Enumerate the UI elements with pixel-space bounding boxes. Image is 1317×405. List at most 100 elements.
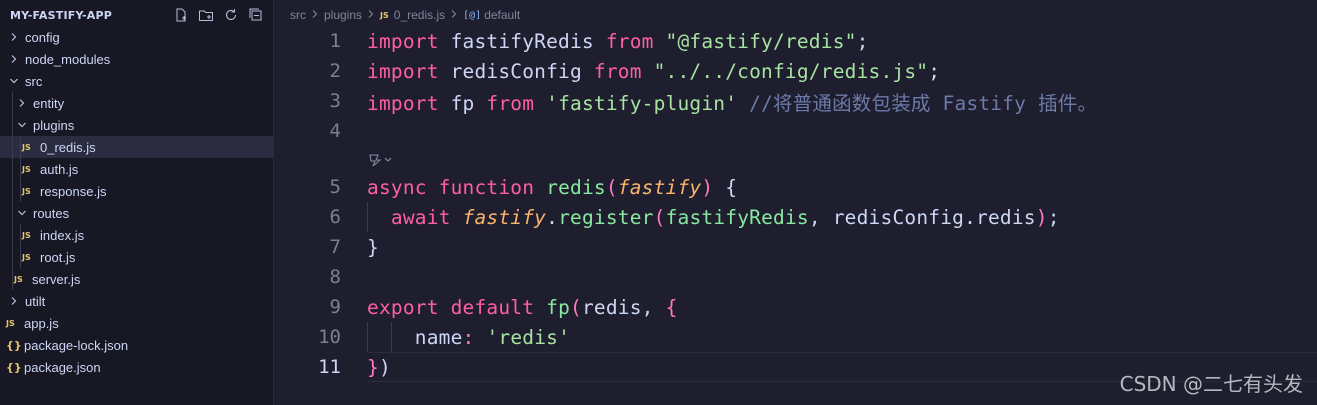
tree-folder[interactable]: config <box>0 26 273 48</box>
line-number: 7 <box>329 236 341 258</box>
tree-file[interactable]: JS index.js <box>0 224 273 246</box>
line-number: 4 <box>329 120 341 142</box>
tree-file[interactable]: JS response.js <box>0 180 273 202</box>
indent-guide <box>12 268 13 290</box>
explorer-title: MY-FASTIFY-APP <box>10 8 113 22</box>
code-text: import redisConfig from "../../config/re… <box>367 60 940 83</box>
code-line[interactable]: 4 <box>275 116 1317 146</box>
tree-file[interactable]: JS 0_redis.js <box>0 136 273 158</box>
line-number: 5 <box>329 176 341 198</box>
file-tree: config node_modulessrc entity plugins JS 0_re… <box>0 26 273 378</box>
code-token: fastify <box>462 205 547 229</box>
chevron-right-icon <box>8 295 20 307</box>
chevron-right-icon <box>8 31 20 43</box>
code-line[interactable]: 3 import fp from 'fastify-plugin' //将普通函数… <box>275 86 1317 116</box>
tree-item-label: node_modules <box>25 51 111 67</box>
editor-pane: src plugins JS 0_redis.js [@] default 1 import… <box>275 0 1317 405</box>
inline-suggestion-icon[interactable] <box>367 152 395 167</box>
js-file-icon: JS <box>22 252 31 262</box>
tree-folder[interactable]: routes <box>0 202 273 224</box>
code-text: } <box>367 236 379 259</box>
tree-item-label: index.js <box>40 227 85 243</box>
tree-item-label: plugins <box>33 117 75 133</box>
tree-file[interactable]: JS app.js <box>0 312 273 334</box>
tree-folder[interactable]: src <box>0 70 273 92</box>
code-token: name <box>367 325 463 349</box>
tree-file[interactable]: {} package-lock.json <box>0 334 273 356</box>
explorer-actions <box>170 4 267 26</box>
tree-folder[interactable]: plugins <box>0 114 273 136</box>
explorer-sidebar: MY-FASTIFY-APP config node_modulessrc enti… <box>0 0 274 405</box>
code-line[interactable]: 8 <box>275 262 1317 292</box>
tree-folder[interactable]: utilt <box>0 290 273 312</box>
code-line[interactable]: 7} <box>275 232 1317 262</box>
tree-folder[interactable]: entity <box>0 92 273 114</box>
code-line[interactable]: 2 import redisConfig from "../../config/r… <box>275 56 1317 86</box>
code-token: : <box>462 325 475 349</box>
code-token: { <box>713 175 738 199</box>
code-line[interactable]: 1 import fastifyRedis from "@fastify/redi… <box>275 26 1317 56</box>
js-file-icon: JS <box>380 10 389 20</box>
code-line[interactable]: 10 name: 'redis' <box>275 322 1317 352</box>
line-number: 3 <box>329 90 341 112</box>
tree-file[interactable]: JS server.js <box>0 268 273 290</box>
breadcrumb-item[interactable]: plugins <box>324 8 362 22</box>
code-token: from <box>593 59 642 83</box>
tree-folder[interactable]: node_modules <box>0 48 273 70</box>
code-area[interactable]: 1 import fastifyRedis from "@fastify/redi… <box>275 26 1317 382</box>
collapse-all-icon[interactable] <box>245 4 267 26</box>
watermark: CSDN @二七有头发 <box>1119 372 1303 396</box>
code-token: await <box>390 205 451 229</box>
refresh-icon[interactable] <box>220 4 242 26</box>
breadcrumb-item-file[interactable]: 0_redis.js <box>394 8 445 22</box>
tree-file[interactable]: JS root.js <box>0 246 273 268</box>
code-token: ( <box>653 205 666 229</box>
code-text: import fp from 'fastify-plugin' //将普通函数包… <box>367 87 1097 116</box>
indent-guide <box>20 246 21 268</box>
code-line[interactable]: 6 await fastify.register(fastifyRedis, r… <box>275 202 1317 232</box>
indent-guide <box>12 136 13 158</box>
json-file-icon: {} <box>6 360 22 374</box>
breadcrumb-chevron-icon <box>311 8 319 22</box>
code-token: ( <box>605 175 618 199</box>
indent-guide <box>12 114 13 136</box>
code-token: fp <box>546 295 571 319</box>
code-token: 'fastify-plugin' <box>546 91 738 115</box>
code-token: import <box>367 91 439 115</box>
line-number: 6 <box>329 206 341 228</box>
code-line[interactable]: 5 async function redis(fastify) { <box>275 172 1317 202</box>
tree-item-label: package.json <box>24 359 101 375</box>
tree-item-label: response.js <box>40 183 107 199</box>
code-token: ; <box>928 59 941 83</box>
code-token: fp <box>438 91 487 115</box>
code-text: name: 'redis' <box>367 326 570 349</box>
codelens-row[interactable] <box>275 146 1317 172</box>
code-token: async <box>367 175 427 199</box>
breadcrumb-item-symbol[interactable]: default <box>484 8 520 22</box>
indent-guide <box>20 158 21 180</box>
tree-item-label: root.js <box>40 249 76 265</box>
code-token: export <box>367 295 439 319</box>
code-token: "@fastify/redis" <box>665 29 857 53</box>
new-file-icon[interactable] <box>170 4 192 26</box>
tree-file[interactable]: {} package.json <box>0 356 273 378</box>
breadcrumb-item[interactable]: src <box>290 8 306 22</box>
code-line[interactable]: 9 export default fp(redis, { <box>275 292 1317 322</box>
code-token: from <box>605 29 654 53</box>
indent-guide <box>12 92 13 114</box>
js-file-icon: JS <box>22 230 31 240</box>
code-token: //将普通函数包装成 Fastify 插件。 <box>749 91 1098 115</box>
chevron-right-icon <box>16 97 28 109</box>
code-token: fastifyRedis <box>665 205 809 229</box>
code-token: default <box>450 295 535 319</box>
tree-file[interactable]: JS auth.js <box>0 158 273 180</box>
code-text: import fastifyRedis from "@fastify/redis… <box>367 30 869 53</box>
new-folder-icon[interactable] <box>195 4 217 26</box>
line-number: 8 <box>329 266 341 288</box>
